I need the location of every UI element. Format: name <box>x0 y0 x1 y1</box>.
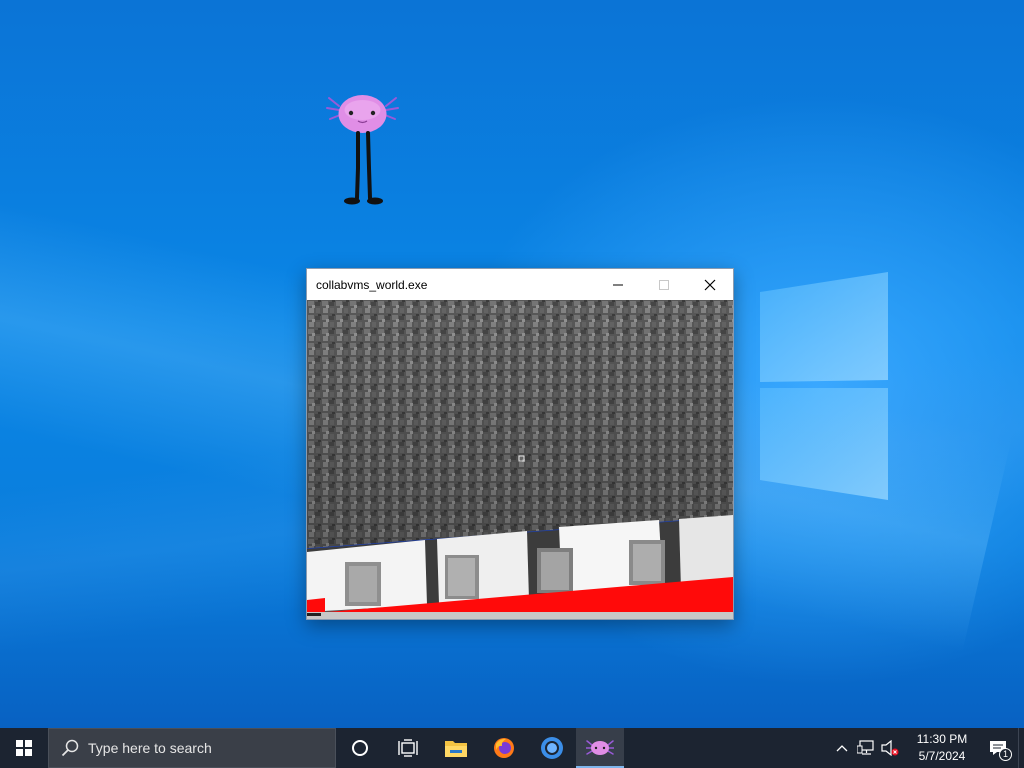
game-scene <box>307 300 733 619</box>
clock-time: 11:30 PM <box>916 732 968 746</box>
search-placeholder: Type here to search <box>88 740 212 756</box>
axolotl-icon <box>586 740 614 755</box>
search-box[interactable]: Type here to search <box>48 728 336 768</box>
folder-icon <box>445 741 467 757</box>
firefox-icon <box>494 738 514 758</box>
close-button[interactable] <box>687 269 733 300</box>
chevron-up-icon <box>836 745 848 752</box>
app-window[interactable]: collabvms_world.exe <box>306 268 734 620</box>
maximize-button[interactable] <box>641 269 687 300</box>
chrome-icon <box>541 737 563 759</box>
network-tray-button[interactable] <box>854 728 878 768</box>
volume-tray-button[interactable] <box>878 728 902 768</box>
window-titlebar[interactable]: collabvms_world.exe <box>307 269 733 300</box>
taskbar-cortana-button[interactable] <box>336 728 384 768</box>
window-title: collabvms_world.exe <box>316 277 428 292</box>
taskbar: Type here to search 11:30 PM 5/7/2024 1 <box>0 728 1024 768</box>
maximize-icon <box>659 279 669 290</box>
circle-icon <box>352 740 368 756</box>
close-icon <box>704 279 716 290</box>
game-viewport[interactable] <box>307 300 733 619</box>
windows-wallpaper-logo <box>760 272 888 500</box>
minimize-icon <box>613 284 623 285</box>
clock-date: 5/7/2024 <box>918 749 966 763</box>
axolotl-pet[interactable] <box>325 88 400 208</box>
show-hidden-icons-button[interactable] <box>830 728 854 768</box>
taskbar-task-view-button[interactable] <box>384 728 432 768</box>
taskbar-file-explorer-button[interactable] <box>432 728 480 768</box>
search-icon <box>61 739 79 757</box>
minimize-button[interactable] <box>595 269 641 300</box>
network-icon <box>857 740 874 755</box>
action-center-button[interactable]: 1 <box>978 728 1018 768</box>
show-desktop-button[interactable] <box>1018 728 1024 768</box>
system-tray: 11:30 PM 5/7/2024 1 <box>830 728 1024 768</box>
start-button[interactable] <box>0 728 48 768</box>
taskbar-chrome-button[interactable] <box>528 728 576 768</box>
taskbar-collabvms-world-button[interactable] <box>576 728 624 768</box>
taskbar-clock[interactable]: 11:30 PM 5/7/2024 <box>906 731 978 765</box>
task-view-icon <box>398 739 418 757</box>
notification-count-badge: 1 <box>999 748 1012 761</box>
taskbar-firefox-button[interactable] <box>480 728 528 768</box>
windows-start-icon <box>16 740 32 756</box>
volume-muted-icon <box>881 740 899 756</box>
